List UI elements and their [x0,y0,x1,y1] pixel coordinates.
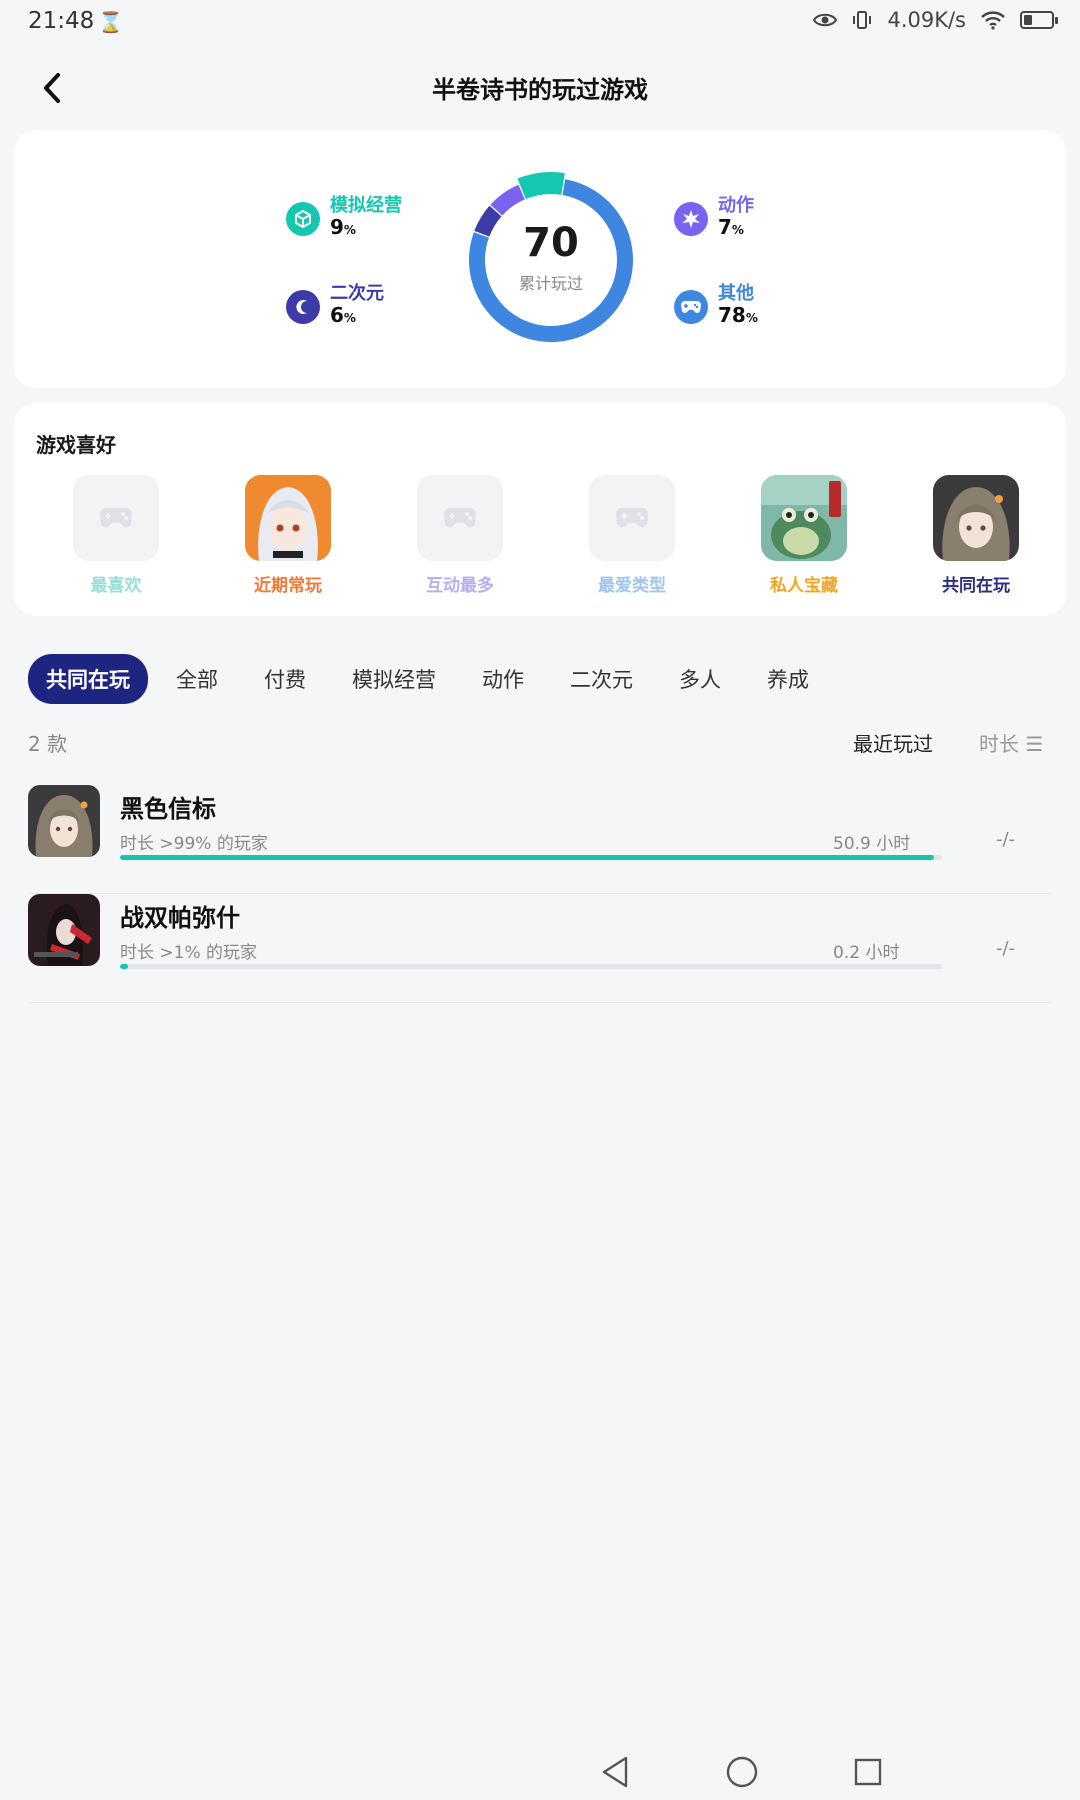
gamepad-icon [674,289,708,324]
playtime-progress-fill [120,855,934,860]
crescent-icon [286,289,320,324]
game-hours: 50.9 小时 [833,834,911,854]
status-icons: 4.09K/s [813,8,1058,32]
game-cover-image [761,475,847,561]
stat-percent: 78% [718,303,758,327]
stat-percent: 7% [718,215,744,239]
tab-simulation[interactable]: 模拟经营 [352,664,436,694]
pref-label: 互动最多 [426,576,494,596]
pref-most-interaction[interactable]: 互动最多 [400,475,520,596]
game-name: 战双帕弥什 [120,904,240,932]
pref-playing-together[interactable]: 共同在玩 [916,475,1036,596]
network-speed: 4.09K/s [887,8,966,32]
gamepad-placeholder-icon [589,475,675,561]
pref-label: 最爱类型 [598,576,666,596]
list-item[interactable]: 战双帕弥什 时长 >1% 的玩家 0.2 小时 -/- [28,894,1050,1003]
pref-recently-played[interactable]: 近期常玩 [228,475,348,596]
burst-icon [674,201,708,236]
home-circle-icon [726,1756,758,1788]
total-played-label: 累计玩过 [518,274,583,293]
tab-multiplayer[interactable]: 多人 [679,664,721,694]
tab-idle[interactable]: 养成 [767,664,809,694]
playtime-progress [120,855,942,860]
stat-simulation: 模拟经营 9% [286,196,402,241]
stat-percent: 9% [330,215,356,239]
category-tabs: 共同在玩 全部 付费 模拟经营 动作 二次元 多人 养成 [28,654,855,704]
donut-slice [517,172,565,200]
game-percentile: 时长 >1% 的玩家 [120,943,258,963]
gamepad-placeholder-icon [73,475,159,561]
genre-donut-chart: 70 累计玩过 [456,160,646,360]
recents-square-icon [854,1758,882,1786]
stat-label: 其他 [718,283,754,304]
section-title: 游戏喜好 [36,433,116,457]
playtime-progress-fill [120,964,129,969]
nav-home-button[interactable] [722,1752,762,1792]
vibrate-icon [853,11,872,29]
game-cover-image [28,785,100,857]
pref-label: 最喜欢 [90,576,142,596]
playtime-progress [120,964,942,969]
clock: 21:48 [28,8,95,34]
game-name: 黑色信标 [120,795,216,823]
nav-back-button[interactable] [596,1752,636,1792]
pref-favorite[interactable]: 最喜欢 [56,475,176,596]
stat-action: 动作 7% [674,196,754,241]
list-item[interactable]: 黑色信标 时长 >99% 的玩家 50.9 小时 -/- [28,785,1050,894]
pref-label: 近期常玩 [254,576,322,596]
cube-icon [286,201,320,236]
page-title: 半卷诗书的玩过游戏 [432,76,648,104]
stat-anime: 二次元 6% [286,284,384,329]
battery-icon [1020,11,1058,29]
wifi-icon [981,11,1005,30]
header: 半卷诗书的玩过游戏 [0,60,1080,116]
back-triangle-icon [602,1756,628,1788]
stat-percent: 6% [330,303,356,327]
game-percentile: 时长 >99% 的玩家 [120,834,268,854]
stat-label: 动作 [718,195,754,216]
nav-recents-button[interactable] [848,1752,888,1792]
hourglass-icon: ⌛ [98,10,123,34]
tab-paid[interactable]: 付费 [264,664,306,694]
game-cover-image [245,475,331,561]
sort-duration-button[interactable]: 时长 ☰ [979,728,1043,757]
status-bar: 21:48 ⌛ 4.09K/s [0,0,1080,46]
system-nav-bar [0,1740,1080,1800]
game-preferences-card: 游戏喜好 最喜欢 近期常玩 互动最多 最爱类型 私人宝藏 共同在玩 [14,403,1066,616]
gamepad-placeholder-icon [417,475,503,561]
eye-icon [813,13,838,27]
pref-label: 私人宝藏 [770,576,838,596]
tab-all[interactable]: 全部 [176,664,218,694]
tab-playing-together[interactable]: 共同在玩 [28,654,148,704]
stat-other: 其他 78% [674,284,758,329]
game-cover-image [933,475,1019,561]
game-rating: -/- [996,938,1016,959]
game-rating: -/- [996,829,1016,850]
stat-label: 二次元 [330,283,384,304]
pref-private-treasure[interactable]: 私人宝藏 [744,475,864,596]
game-cover-image [28,894,100,966]
pref-label: 共同在玩 [942,576,1010,596]
tab-anime[interactable]: 二次元 [570,664,633,694]
genre-stats-card: 模拟经营 9% 二次元 6% 动作 7% 其他 78% 70 累计玩过 [14,130,1066,388]
tab-action[interactable]: 动作 [482,664,524,694]
total-played-count: 70 [523,220,579,266]
game-hours: 0.2 小时 [833,943,900,963]
stat-label: 模拟经营 [330,195,402,216]
game-count: 2 款 [28,732,68,756]
pref-favorite-genre[interactable]: 最爱类型 [572,475,692,596]
sort-recent-button[interactable]: 最近玩过 [853,728,933,757]
donut-slice [490,184,526,216]
